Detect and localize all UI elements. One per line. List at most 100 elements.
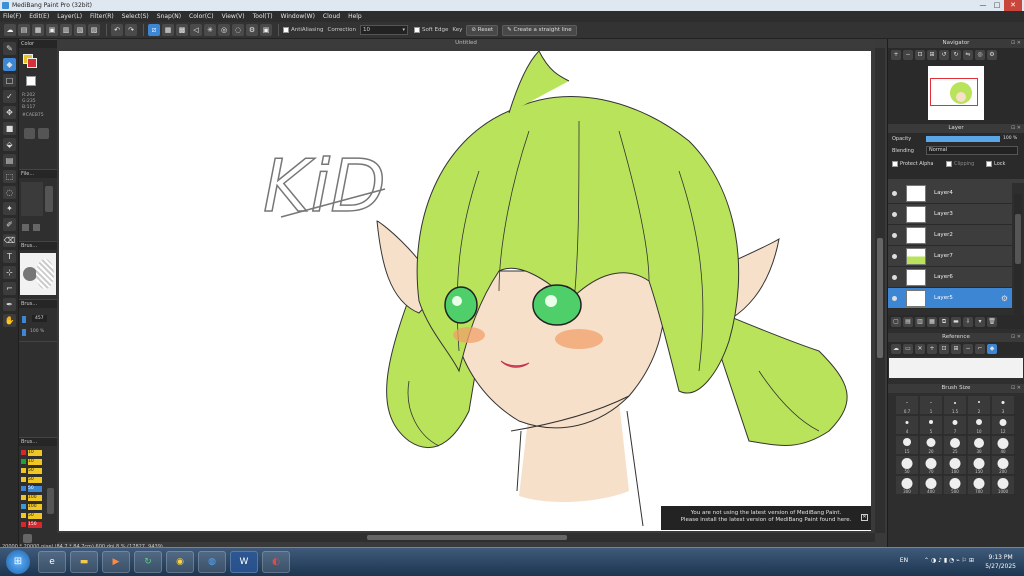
brush-list-item[interactable]: 50 bbox=[21, 466, 45, 475]
maximize-button[interactable]: □ bbox=[990, 0, 1004, 11]
new-8bit-layer-icon[interactable]: ▥ bbox=[915, 317, 925, 327]
vertical-scroll-thumb[interactable] bbox=[877, 238, 883, 358]
new-layer-icon[interactable]: ▢ bbox=[891, 317, 901, 327]
blending-select[interactable]: Normal bbox=[926, 146, 1018, 155]
opacity-slider[interactable] bbox=[926, 136, 1000, 142]
layer-row[interactable]: Layer4 bbox=[888, 183, 1012, 204]
eyedropper-icon[interactable]: ⌐ bbox=[3, 282, 16, 295]
new-file-icon[interactable]: ▤ bbox=[18, 24, 30, 36]
brush-list-item[interactable]: 100 bbox=[21, 502, 45, 511]
check-tool-icon[interactable]: ✓ bbox=[3, 90, 16, 103]
tray-icons[interactable]: ⌃ ◑ ♪ ▮ ◔ ⌁ ⚐ ⊞ bbox=[924, 557, 974, 564]
grid-icon[interactable]: ▧ bbox=[74, 24, 86, 36]
ref-fit-icon[interactable]: ⊡ bbox=[939, 344, 949, 354]
brush-opacity-value[interactable]: 100 % bbox=[30, 329, 44, 334]
brush-size-cell[interactable]: 100 bbox=[944, 456, 966, 474]
brush-list-item[interactable]: 50 bbox=[21, 475, 45, 484]
file-list[interactable] bbox=[21, 182, 43, 216]
zalo-icon[interactable]: ◍ bbox=[198, 551, 226, 573]
layer-row[interactable]: Layer3 bbox=[888, 204, 1012, 225]
fit-icon[interactable]: ⊡ bbox=[915, 50, 925, 60]
media-player-icon[interactable]: ▶ bbox=[102, 551, 130, 573]
brush-size-cell[interactable]: 70 bbox=[920, 456, 942, 474]
brush-size-cell[interactable]: 300 bbox=[896, 476, 918, 494]
rotate-right-icon[interactable]: ↻ bbox=[951, 50, 961, 60]
open-reference-icon[interactable]: ☁ bbox=[891, 344, 901, 354]
lasso-tool-icon[interactable]: ◌ bbox=[3, 186, 16, 199]
pen-tool-icon[interactable]: ✒ bbox=[3, 298, 16, 311]
select-eraser-icon[interactable]: ⌫ bbox=[3, 234, 16, 247]
snap-curve-icon[interactable]: ◌ bbox=[232, 24, 244, 36]
brush-list-item[interactable]: 150 bbox=[21, 520, 45, 529]
straight-line-button[interactable]: ✎ Create a straight line bbox=[502, 24, 577, 36]
brush-list-item[interactable]: 10 bbox=[21, 457, 45, 466]
reset-view-icon[interactable]: ◎ bbox=[975, 50, 985, 60]
export-icon[interactable]: ▥ bbox=[60, 24, 72, 36]
hand-tool-icon[interactable]: ✋ bbox=[3, 314, 16, 327]
flip-icon[interactable]: ⇋ bbox=[963, 50, 973, 60]
eye-icon[interactable] bbox=[892, 212, 897, 217]
brush-size-cell[interactable]: 40 bbox=[992, 436, 1014, 454]
secondary-color-swatch[interactable] bbox=[27, 58, 37, 68]
brush-size-cell[interactable]: 4 bbox=[896, 416, 918, 434]
menu-help[interactable]: Help bbox=[348, 13, 362, 20]
eye-icon[interactable] bbox=[892, 233, 897, 238]
new-1bit-layer-icon[interactable]: ▦ bbox=[927, 317, 937, 327]
palette-icon[interactable] bbox=[24, 128, 35, 139]
layer-row-active[interactable]: Layer5 ⚙ bbox=[888, 288, 1012, 309]
divide-tool-icon[interactable]: ⊹ bbox=[3, 266, 16, 279]
brush-size-cell[interactable]: 1.5 bbox=[944, 396, 966, 414]
brush-size-cell[interactable]: 15 bbox=[896, 436, 918, 454]
layer-scrollbar[interactable] bbox=[1014, 194, 1022, 320]
soft-edge-checkbox[interactable] bbox=[413, 27, 420, 33]
brush-size-cell[interactable]: 7 bbox=[944, 416, 966, 434]
folder-icon[interactable]: ▬ bbox=[951, 317, 961, 327]
brush-size-cell[interactable]: 20 bbox=[920, 436, 942, 454]
brush-size-cell[interactable]: 30 bbox=[968, 436, 990, 454]
eraser-tool-icon[interactable]: ◆ bbox=[3, 58, 16, 71]
fill-tool-icon[interactable]: ⬙ bbox=[3, 138, 16, 151]
brush-width-value[interactable]: 457 bbox=[32, 315, 47, 322]
ref-zoom-out-icon[interactable]: − bbox=[963, 344, 973, 354]
refresh-app-icon[interactable]: ↻ bbox=[134, 551, 162, 573]
protect-alpha-option[interactable]: Protect Alpha bbox=[892, 161, 933, 167]
close-reference-icon[interactable]: ✕ bbox=[915, 344, 925, 354]
select-tool-icon[interactable]: ⬚ bbox=[3, 170, 16, 183]
navigator-settings-icon[interactable]: ⚙ bbox=[987, 50, 997, 60]
brush-size-cell[interactable]: 200 bbox=[992, 456, 1014, 474]
menu-cloud[interactable]: Cloud bbox=[323, 13, 340, 20]
menu-file[interactable]: File(F) bbox=[3, 13, 21, 20]
brush-list-item[interactable]: 10 bbox=[21, 448, 45, 457]
layer-row[interactable]: Layer7 bbox=[888, 246, 1012, 267]
correction-select[interactable]: 10 bbox=[359, 25, 408, 35]
close-icon[interactable]: ✕ bbox=[861, 514, 868, 521]
layer-row[interactable]: Layer6 bbox=[888, 267, 1012, 288]
undo-icon[interactable]: ↶ bbox=[111, 24, 123, 36]
ref-eyedropper-icon[interactable]: ⌐ bbox=[975, 344, 985, 354]
menu-view[interactable]: View(V) bbox=[222, 13, 245, 20]
menu-select[interactable]: Select(S) bbox=[122, 13, 149, 20]
clock[interactable]: 9:13 PM 5/27/2025 bbox=[985, 553, 1016, 571]
canvas-area[interactable]: KiD bbox=[57, 48, 875, 533]
horizontal-scroll-thumb[interactable] bbox=[367, 535, 567, 540]
rotate-left-icon[interactable]: ↺ bbox=[939, 50, 949, 60]
snap-cross-icon[interactable]: ▩ bbox=[176, 24, 188, 36]
cloud-icon[interactable]: ☁ bbox=[4, 24, 16, 36]
color-wheel-icon[interactable] bbox=[38, 128, 49, 139]
ref-pick-icon[interactable]: ◆ bbox=[987, 344, 997, 354]
brush-size-cell[interactable]: 25 bbox=[944, 436, 966, 454]
move-tool-icon[interactable]: ✥ bbox=[3, 106, 16, 119]
reference-area[interactable] bbox=[889, 358, 1023, 378]
menu-filter[interactable]: Filter(R) bbox=[90, 13, 114, 20]
eye-icon[interactable] bbox=[892, 191, 897, 196]
brush-size-cell[interactable]: 150 bbox=[968, 456, 990, 474]
layer-row[interactable]: Layer2 bbox=[888, 225, 1012, 246]
ref-actual-icon[interactable]: ⊞ bbox=[951, 344, 961, 354]
file-scrollbar[interactable] bbox=[45, 186, 53, 212]
antialiasing-option[interactable]: AntiAliasing bbox=[283, 27, 324, 33]
add-file-icon[interactable] bbox=[22, 224, 29, 231]
shape-tool-icon[interactable]: ■ bbox=[3, 122, 16, 135]
duplicate-layer-icon[interactable]: ⧉ bbox=[939, 317, 949, 327]
ie-icon[interactable]: e bbox=[38, 551, 66, 573]
brush-list-item[interactable]: 50 bbox=[21, 484, 45, 493]
